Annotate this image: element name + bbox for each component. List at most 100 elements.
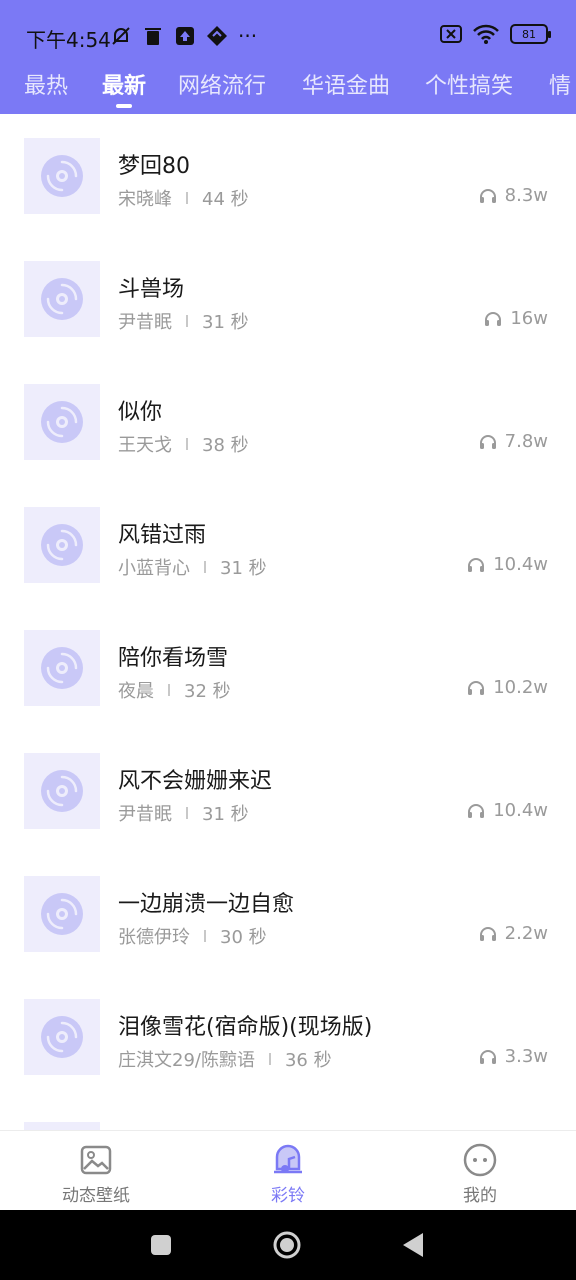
play-count: 16w: [484, 308, 548, 329]
song-meta: 庄淇文29/陈黥语 36 秒: [118, 1046, 332, 1072]
system-navigation-bar: [0, 1210, 576, 1280]
song-duration: 31 秒: [202, 804, 249, 825]
nav-mine[interactable]: 我的: [384, 1131, 576, 1211]
active-tab-indicator: [116, 104, 132, 108]
headphones-icon: [485, 311, 502, 326]
category-tabs: 最热 最新 网络流行 华语金曲 个性搞笑 情: [0, 64, 576, 114]
song-meta: 宋晓峰 44 秒: [118, 185, 249, 211]
nav-ringtone[interactable]: 彩铃: [192, 1131, 384, 1211]
song-title: 斗兽场: [118, 277, 185, 302]
tab-chinese-classics[interactable]: 华语金曲: [302, 68, 390, 100]
album-cover[interactable]: [24, 999, 100, 1075]
play-count: 7.8w: [479, 431, 548, 452]
app-notification-icon: [206, 25, 228, 47]
song-title: 风错过雨: [118, 523, 207, 548]
play-count: 10.4w: [467, 554, 548, 575]
trash-icon: [142, 25, 164, 47]
play-count-value: 16w: [510, 308, 548, 329]
tab-hottest[interactable]: 最热: [24, 68, 68, 100]
home-button[interactable]: [272, 1230, 302, 1260]
song-artist: 尹昔眠: [118, 312, 172, 333]
song-artist: 王天戈: [118, 435, 172, 456]
song-meta: 张德伊玲 30 秒: [118, 923, 267, 949]
mute-bell-icon: [110, 25, 132, 47]
separator: [268, 1053, 271, 1065]
separator: [204, 561, 206, 573]
separator: [186, 807, 188, 819]
album-cover[interactable]: [24, 753, 100, 829]
status-bar: 下午4:54 ··· 81: [0, 0, 576, 64]
album-cover[interactable]: [24, 1122, 100, 1130]
status-notification-icons: ···: [110, 24, 257, 48]
app-header: 下午4:54 ··· 81 最热 最新 网络流行 华语金曲 个性搞笑 情: [0, 0, 576, 114]
disc-icon: [41, 155, 83, 197]
song-title: 一边崩溃一边自愈: [118, 892, 295, 917]
song-artist: 夜晨: [118, 681, 154, 702]
song-artist: 张德伊玲: [118, 927, 190, 948]
song-meta: 小蓝背心 31 秒: [118, 554, 267, 580]
disc-icon: [41, 401, 83, 443]
list-item[interactable]: 陪你看场雪 夜晨 32 秒 10.2w: [0, 606, 576, 729]
list-item[interactable]: 一边崩溃一边自愈 张德伊玲 30 秒 2.2w: [0, 852, 576, 975]
bell-music-icon: [271, 1143, 305, 1177]
song-title: 似你: [118, 400, 163, 425]
song-duration: 44 秒: [202, 189, 249, 210]
song-meta: 夜晨 32 秒: [118, 677, 231, 703]
tab-emotion[interactable]: 情: [549, 68, 571, 100]
back-button[interactable]: [398, 1230, 428, 1260]
status-system-icons: 81: [440, 23, 551, 45]
bottom-navigation: 动态壁纸 彩铃 我的: [0, 1130, 576, 1210]
tab-network-popular[interactable]: 网络流行: [178, 68, 266, 100]
disc-icon: [41, 1016, 83, 1058]
list-item[interactable]: 风错过雨 小蓝背心 31 秒 10.4w: [0, 483, 576, 606]
album-cover[interactable]: [24, 876, 100, 952]
list-item[interactable]: 梦回80 宋晓峰 44 秒 8.3w: [0, 114, 576, 237]
tab-newest[interactable]: 最新: [102, 68, 146, 100]
song-meta: 尹昔眠 31 秒: [118, 800, 249, 826]
play-count: 3.3w: [479, 1046, 548, 1067]
song-duration: 31 秒: [202, 312, 249, 333]
album-cover[interactable]: [24, 507, 100, 583]
album-cover[interactable]: [24, 384, 100, 460]
tab-funny[interactable]: 个性搞笑: [425, 68, 513, 100]
song-duration: 38 秒: [202, 435, 249, 456]
disc-icon: [41, 524, 83, 566]
recents-button[interactable]: [146, 1230, 176, 1260]
list-item[interactable]: 斗兽场 尹昔眠 31 秒 16w: [0, 237, 576, 360]
wifi-icon: [472, 23, 500, 45]
status-time: 下午4:54: [26, 28, 111, 52]
song-title: 陪你看场雪: [118, 646, 229, 671]
separator: [186, 315, 188, 327]
play-count-value: 3.3w: [504, 1046, 548, 1067]
list-item[interactable]: 风不会姗姗来迟 尹昔眠 31 秒 10.4w: [0, 729, 576, 852]
album-cover[interactable]: [24, 630, 100, 706]
song-duration: 31 秒: [220, 558, 267, 579]
disc-icon: [41, 647, 83, 689]
play-count: 10.4w: [467, 800, 548, 821]
play-count: 2.2w: [479, 923, 548, 944]
song-duration: 36 秒: [284, 1050, 332, 1071]
nav-label: 彩铃: [271, 1186, 305, 1206]
separator: [186, 192, 188, 204]
headphones-icon: [479, 926, 496, 941]
song-title: 泪像雪花(宿命版)(现场版): [118, 1015, 373, 1040]
headphones-icon: [479, 1049, 496, 1064]
disc-icon: [41, 893, 83, 935]
play-count: 10.2w: [467, 677, 548, 698]
album-cover[interactable]: [24, 138, 100, 214]
more-notifications: ···: [238, 24, 258, 48]
nav-live-wallpaper[interactable]: 动态壁纸: [0, 1131, 192, 1211]
list-item[interactable]: 似你 王天戈 38 秒 7.8w: [0, 360, 576, 483]
headphones-icon: [479, 188, 496, 203]
song-duration: 30 秒: [220, 927, 267, 948]
play-count-value: 10.2w: [493, 677, 548, 698]
play-count-value: 10.4w: [493, 554, 548, 575]
list-item[interactable]: 泪像雪花(宿命版)(现场版) 庄淇文29/陈黥语 36 秒 3.3w: [0, 975, 576, 1098]
battery-indicator: 81: [510, 24, 551, 44]
sim-off-icon: [440, 23, 462, 45]
album-cover[interactable]: [24, 261, 100, 337]
headphones-icon: [468, 680, 485, 695]
separator: [186, 438, 188, 450]
separator: [204, 930, 206, 942]
disc-icon: [41, 770, 83, 812]
